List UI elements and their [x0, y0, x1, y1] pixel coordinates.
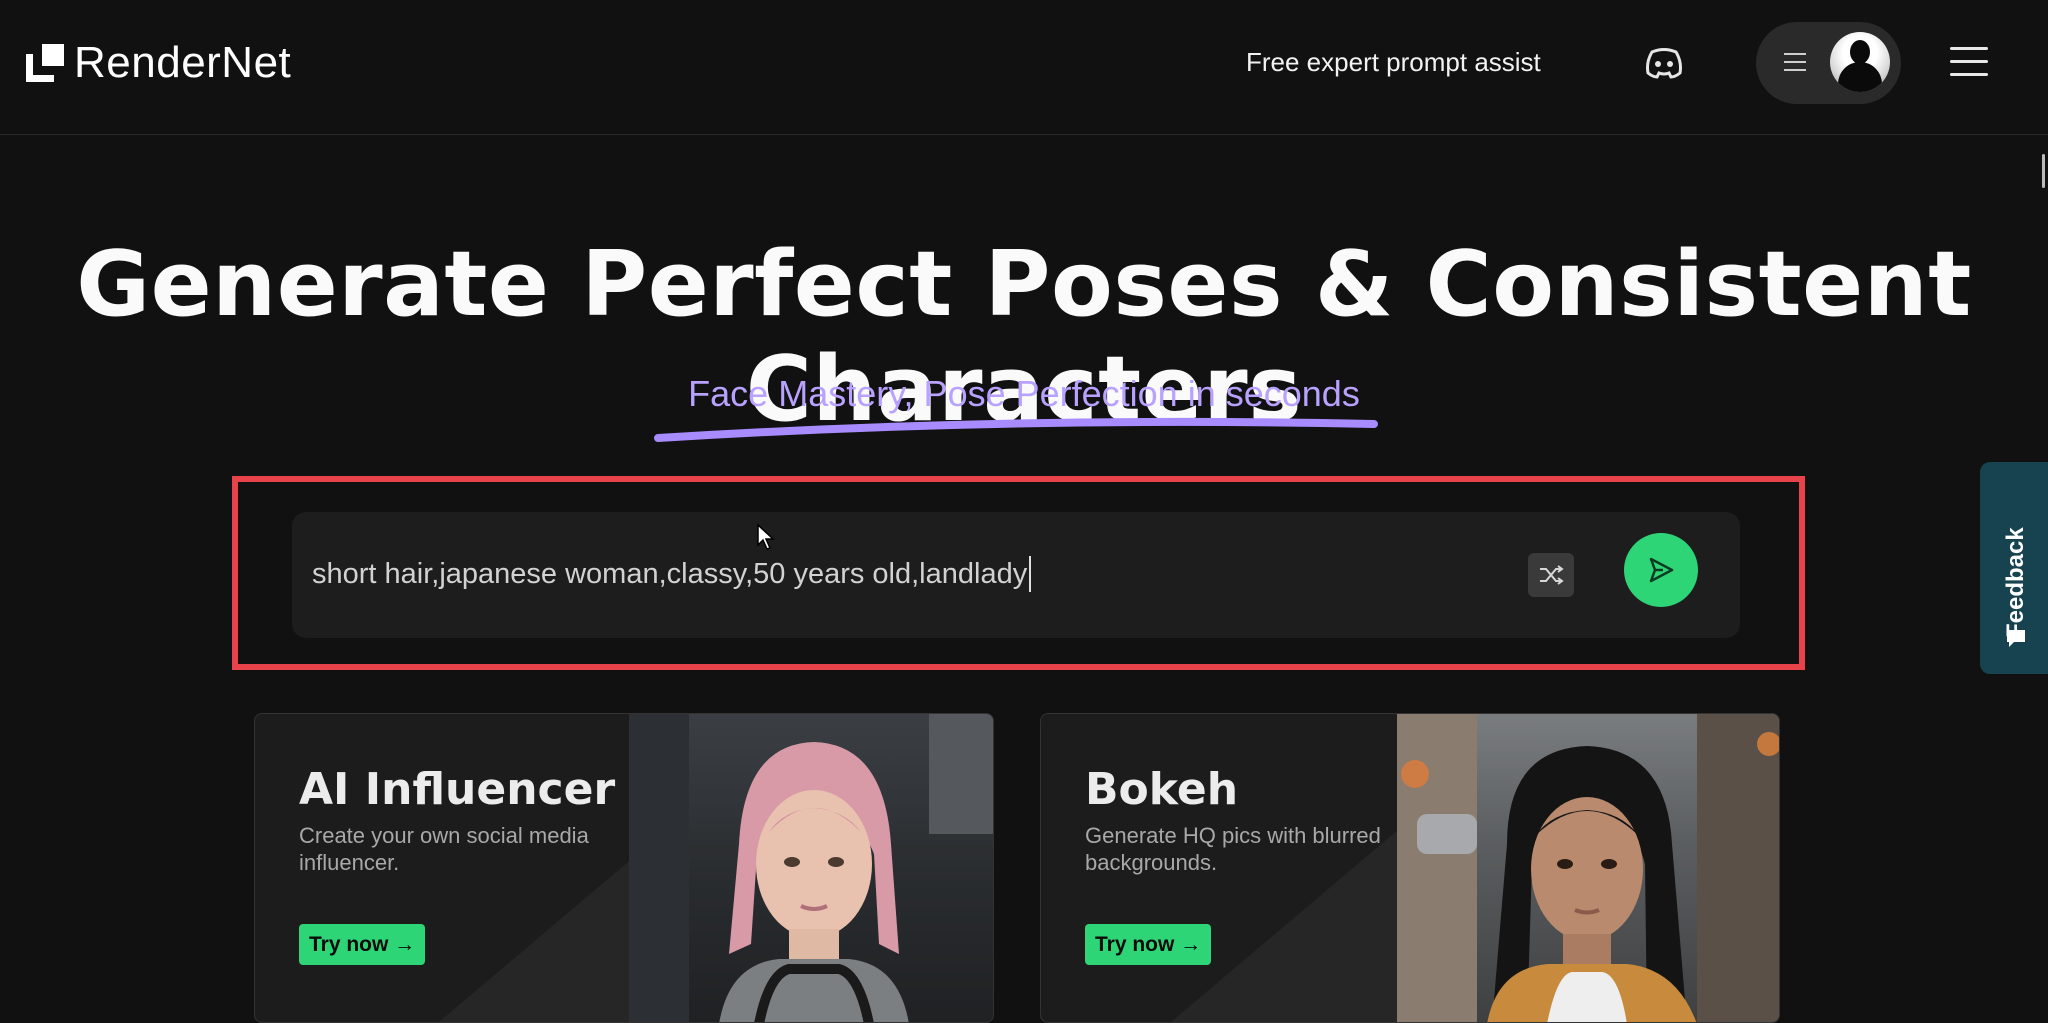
- hamburger-icon[interactable]: [1950, 47, 1988, 86]
- scrollbar-thumb[interactable]: [2042, 154, 2045, 188]
- prompt-input-container[interactable]: short hair,japanese woman,classy,50 year…: [292, 512, 1740, 638]
- subtitle-underline: [654, 417, 1378, 442]
- logo-icon: [26, 44, 64, 82]
- discord-icon[interactable]: [1644, 46, 1684, 80]
- brand-logo[interactable]: RenderNet: [26, 38, 291, 88]
- feedback-label: Feedback: [2002, 527, 2029, 638]
- send-button[interactable]: [1624, 533, 1698, 607]
- card-description: Create your own social media influencer.: [299, 823, 589, 875]
- card-title: Bokeh: [1085, 764, 1239, 815]
- menu-lines-icon: [1784, 53, 1806, 77]
- hero-subtitle: Face Mastery, Pose Perfection in seconds: [688, 373, 1360, 414]
- bokeh-photo: [1397, 714, 1779, 1022]
- mouse-cursor-icon: [757, 523, 775, 550]
- ai-influencer-card[interactable]: AI Influencer Create your own social med…: [254, 713, 994, 1023]
- brand-name: RenderNet: [74, 38, 292, 87]
- influencer-photo: [629, 714, 993, 1022]
- prompt-input[interactable]: short hair,japanese woman,classy,50 year…: [312, 556, 1032, 592]
- send-icon: [1649, 557, 1674, 583]
- card-title: AI Influencer: [299, 764, 616, 815]
- prompt-assist-link[interactable]: Free expert prompt assist: [1246, 47, 1541, 78]
- user-menu-button[interactable]: [1756, 22, 1901, 104]
- try-now-button[interactable]: Try now →: [1085, 924, 1212, 965]
- feedback-tab[interactable]: Feedback: [1980, 462, 2048, 674]
- try-now-button[interactable]: Try now →: [299, 924, 426, 965]
- avatar: [1830, 32, 1890, 92]
- top-nav: RenderNet Free expert prompt assist: [0, 0, 2048, 135]
- shuffle-icon[interactable]: [1528, 553, 1574, 597]
- bokeh-card[interactable]: Bokeh Generate HQ pics with blurred back…: [1040, 713, 1780, 1023]
- card-description: Generate HQ pics with blurred background…: [1085, 823, 1381, 875]
